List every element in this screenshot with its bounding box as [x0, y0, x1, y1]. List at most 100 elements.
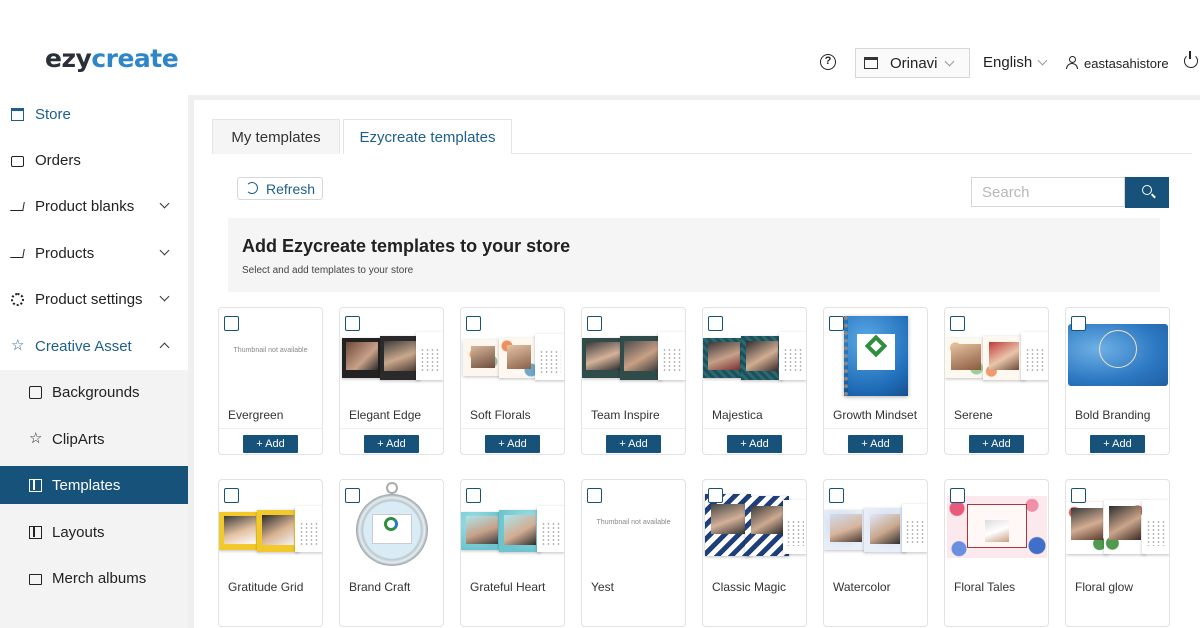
template-card-elegant-edge[interactable]: Elegant Edge + Add — [339, 307, 444, 455]
template-checkbox[interactable] — [587, 488, 602, 503]
divider — [219, 428, 322, 429]
add-template-button[interactable]: + Add — [485, 435, 540, 453]
store-icon — [864, 57, 878, 69]
sidebar-item-templates[interactable]: Templates — [0, 466, 188, 504]
sidebar-item-store[interactable]: Store — [0, 95, 188, 133]
template-checkbox[interactable] — [466, 488, 481, 503]
template-checkbox[interactable] — [345, 316, 360, 331]
sidebar-item-label: Layouts — [52, 523, 105, 541]
store-selector[interactable]: Orinavi — [855, 48, 970, 78]
refresh-button[interactable]: Refresh — [237, 177, 323, 200]
add-template-button[interactable]: + Add — [243, 435, 298, 453]
template-card-watercolor[interactable]: Watercolor — [823, 479, 928, 627]
template-card-classic-magic[interactable]: Classic Magic — [702, 479, 807, 627]
help-icon[interactable]: ? — [820, 54, 836, 70]
sidebar-item-label: Product settings — [35, 290, 143, 308]
divider — [824, 428, 927, 429]
divider — [582, 428, 685, 429]
template-card-floral-glow[interactable]: Floral glow — [1065, 479, 1170, 627]
template-checkbox[interactable] — [345, 488, 360, 503]
sidebar-item-creative-asset[interactable]: ☆ Creative Asset — [0, 327, 188, 365]
tab-ezycreate-templates[interactable]: Ezycreate templates — [343, 119, 512, 154]
sidebar-item-backgrounds[interactable]: Backgrounds — [0, 373, 188, 411]
divider — [340, 428, 443, 429]
store-icon — [11, 107, 24, 121]
cart-icon — [10, 201, 25, 211]
template-name: Team Inspire — [591, 408, 660, 422]
divider — [1066, 428, 1169, 429]
sidebar: Store Orders Product blanks Products Pro… — [0, 95, 188, 628]
template-checkbox[interactable] — [708, 316, 723, 331]
tab-my-templates[interactable]: My templates — [212, 119, 340, 154]
template-checkbox[interactable] — [950, 316, 965, 331]
template-checkbox[interactable] — [829, 488, 844, 503]
chevron-down-icon — [159, 291, 170, 302]
template-card-evergreen[interactable]: Thumbnail not available Evergreen + Add — [218, 307, 323, 455]
template-card-team-inspire[interactable]: Team Inspire + Add — [581, 307, 686, 455]
template-name: Yest — [591, 580, 614, 594]
folder-icon — [29, 573, 42, 585]
template-name: Soft Florals — [470, 408, 531, 422]
template-name: Brand Craft — [349, 580, 411, 594]
sidebar-item-orders[interactable]: Orders — [0, 141, 188, 179]
search-button[interactable] — [1125, 177, 1169, 208]
add-template-button[interactable]: + Add — [606, 435, 661, 453]
template-name: Floral Tales — [954, 580, 1016, 594]
image-icon — [29, 385, 42, 399]
chevron-down-icon — [159, 245, 170, 256]
template-checkbox[interactable] — [1071, 488, 1086, 503]
user-icon — [1066, 56, 1078, 69]
sidebar-item-product-blanks[interactable]: Product blanks — [0, 187, 188, 225]
template-checkbox[interactable] — [1071, 316, 1086, 331]
chevron-down-icon[interactable] — [1037, 55, 1048, 66]
username[interactable]: eastasahistore — [1084, 56, 1169, 71]
divider — [703, 428, 806, 429]
sidebar-item-layouts[interactable]: Layouts — [0, 513, 188, 551]
banner-subtitle: Select and add templates to your store — [242, 265, 414, 276]
template-name: Classic Magic — [712, 580, 787, 594]
add-template-button[interactable]: + Add — [727, 435, 782, 453]
search-icon — [1142, 185, 1152, 195]
template-name: Elegant Edge — [349, 408, 422, 422]
tab-divider — [512, 153, 1192, 154]
sidebar-item-cliparts[interactable]: ☆ ClipArts — [0, 420, 188, 458]
template-checkbox[interactable] — [587, 316, 602, 331]
sidebar-item-merch-albums[interactable]: Merch albums — [0, 559, 188, 597]
template-card-growth-mindset[interactable]: Growth Mindset + Add — [823, 307, 928, 455]
template-card-gratitude-grid[interactable]: Gratitude Grid — [218, 479, 323, 627]
template-name: Evergreen — [228, 408, 284, 422]
sidebar-item-products[interactable]: Products — [0, 234, 188, 272]
template-card-bold-branding[interactable]: Bold Branding + Add — [1065, 307, 1170, 455]
search-input[interactable] — [971, 177, 1125, 207]
template-checkbox[interactable] — [950, 488, 965, 503]
template-name: Watercolor — [833, 580, 891, 594]
template-checkbox[interactable] — [829, 316, 844, 331]
template-card-floral-tales[interactable]: Floral Tales — [944, 479, 1049, 627]
template-card-yest[interactable]: Thumbnail not available Yest — [581, 479, 686, 627]
sidebar-item-label: Merch albums — [52, 569, 147, 587]
template-card-majestica[interactable]: Majestica + Add — [702, 307, 807, 455]
template-card-grateful-heart[interactable]: Grateful Heart — [460, 479, 565, 627]
template-card-soft-florals[interactable]: Soft Florals + Add — [460, 307, 565, 455]
add-template-button[interactable]: + Add — [848, 435, 903, 453]
star-icon: ☆ — [11, 336, 25, 354]
template-checkbox[interactable] — [224, 488, 239, 503]
top-header: ezycreate ? Orinavi English eastasahisto… — [0, 0, 1200, 95]
add-template-button[interactable]: + Add — [364, 435, 419, 453]
logo[interactable]: ezycreate — [45, 44, 179, 73]
add-template-button[interactable]: + Add — [1090, 435, 1145, 453]
language-selector[interactable]: English — [983, 54, 1032, 71]
sidebar-item-label: Backgrounds — [52, 383, 140, 401]
template-card-serene[interactable]: Serene + Add — [944, 307, 1049, 455]
sidebar-item-product-settings[interactable]: Product settings — [0, 280, 188, 318]
power-icon[interactable] — [1184, 51, 1198, 68]
gear-icon — [11, 292, 24, 306]
add-template-button[interactable]: + Add — [969, 435, 1024, 453]
template-checkbox[interactable] — [224, 316, 239, 331]
bag-icon — [11, 155, 24, 167]
template-card-brand-craft[interactable]: Brand Craft — [339, 479, 444, 627]
template-checkbox[interactable] — [708, 488, 723, 503]
template-checkbox[interactable] — [466, 316, 481, 331]
chevron-up-icon — [159, 342, 170, 353]
template-name: Majestica — [712, 408, 763, 422]
